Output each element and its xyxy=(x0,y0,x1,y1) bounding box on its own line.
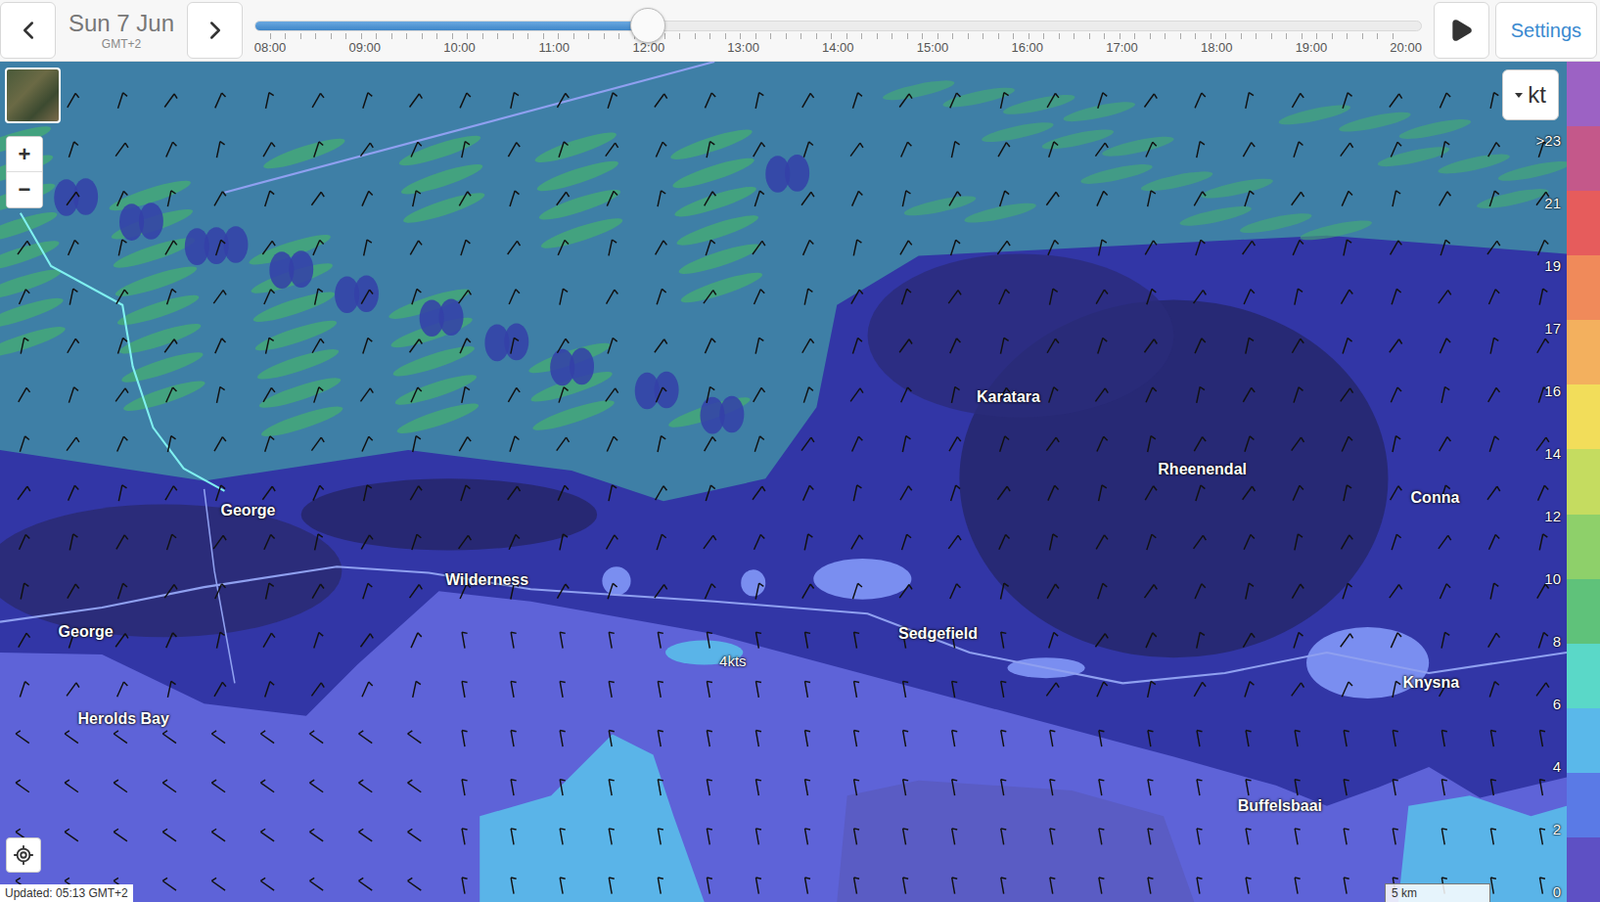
updated-label: Updated: 05:13 GMT+2 xyxy=(0,884,134,902)
zoom-button[interactable]: − xyxy=(6,172,43,208)
next-day-button[interactable] xyxy=(186,1,243,59)
legend-band xyxy=(1566,643,1600,709)
units-dropdown[interactable]: kt xyxy=(1502,69,1559,121)
date-label: Sun 7 Jun xyxy=(68,9,175,38)
place-label: Rheenendal xyxy=(1157,460,1247,479)
legend-band xyxy=(1566,449,1600,514)
layer-switcher[interactable] xyxy=(4,67,61,124)
settings-button[interactable]: Settings xyxy=(1495,1,1598,59)
legend-band xyxy=(1566,190,1600,256)
slider-thumb[interactable] xyxy=(630,7,666,44)
legend-band xyxy=(1566,837,1600,902)
place-label: Knysna xyxy=(1402,674,1460,692)
place-label: George xyxy=(58,623,114,641)
slider-fill xyxy=(255,21,648,31)
place-label: Karatara xyxy=(976,388,1041,407)
place-label: Herolds Bay xyxy=(78,710,170,729)
legend-label: 10 xyxy=(1544,570,1561,588)
timezone-label: GMT+2 xyxy=(101,37,141,51)
top-bar: Sun 7 JunGMT+2 08:0009:0010:0011:0012:001… xyxy=(0,0,1600,62)
chevron-left-icon xyxy=(13,15,44,46)
legend-band xyxy=(1566,61,1600,127)
zoom-controls: +− xyxy=(5,136,44,209)
legend-band xyxy=(1566,255,1600,320)
place-label: Conna xyxy=(1411,489,1461,507)
locate-button[interactable] xyxy=(5,837,42,873)
legend-label: 14 xyxy=(1544,445,1561,462)
wind-map-app: Sun 7 JunGMT+2 08:0009:0010:0011:0012:001… xyxy=(0,0,1600,902)
zoom-button[interactable]: + xyxy=(6,137,43,173)
place-label: Sedgefield xyxy=(898,625,978,643)
place-label: Wilderness xyxy=(445,571,529,590)
chevron-right-icon xyxy=(200,15,230,46)
legend-labels: >23 21 19 17 16 14 12 10 8 6 4 2 0 xyxy=(1536,132,1561,901)
legend-label: 6 xyxy=(1553,695,1561,713)
previous-day-button[interactable] xyxy=(0,1,56,59)
locate-icon xyxy=(12,844,35,867)
legend-band xyxy=(1566,773,1600,838)
legend-band xyxy=(1566,384,1600,450)
time-slider[interactable]: 08:0009:0010:0011:0012:0013:0014:0015:00… xyxy=(254,1,1422,59)
color-legend xyxy=(1566,61,1600,902)
legend-label: 4 xyxy=(1553,758,1561,776)
map-row: George Wilderness George Herolds Bay Karatar… xyxy=(0,61,1600,902)
legend-band xyxy=(1566,579,1600,644)
legend-label: >23 xyxy=(1536,132,1561,149)
wind-barbs xyxy=(15,92,1551,895)
play-button[interactable] xyxy=(1433,1,1490,59)
hour-ticks: 08:0009:0010:0011:0012:0013:0014:0015:00… xyxy=(254,40,1422,55)
legend-label: 8 xyxy=(1553,633,1561,650)
legend-label: 21 xyxy=(1544,194,1561,212)
legend-band xyxy=(1566,320,1600,385)
slider-minor-ticks xyxy=(270,33,1407,40)
scale-bar: 5 km xyxy=(1384,883,1491,902)
place-label: Buffelsbaai xyxy=(1237,797,1323,816)
play-icon xyxy=(1448,17,1474,44)
legend-label: 16 xyxy=(1544,382,1561,400)
date-display: Sun 7 JunGMT+2 xyxy=(61,9,182,51)
wind-map-drawing xyxy=(0,61,1567,902)
legend-band xyxy=(1566,514,1600,580)
units-label: kt xyxy=(1527,81,1547,109)
map[interactable]: George Wilderness George Herolds Bay Karatar… xyxy=(0,61,1567,902)
legend-label: 2 xyxy=(1553,821,1561,838)
legend-label: 17 xyxy=(1544,320,1561,337)
legend-band xyxy=(1566,708,1600,774)
legend-label: 0 xyxy=(1553,883,1561,901)
legend-band xyxy=(1566,126,1600,191)
place-label: George xyxy=(220,502,275,520)
contour-label: 4kts xyxy=(719,652,747,670)
caret-down-icon xyxy=(1514,92,1523,98)
legend-label: 19 xyxy=(1544,257,1561,275)
slider-track xyxy=(254,20,1422,32)
legend-label: 12 xyxy=(1544,507,1561,525)
